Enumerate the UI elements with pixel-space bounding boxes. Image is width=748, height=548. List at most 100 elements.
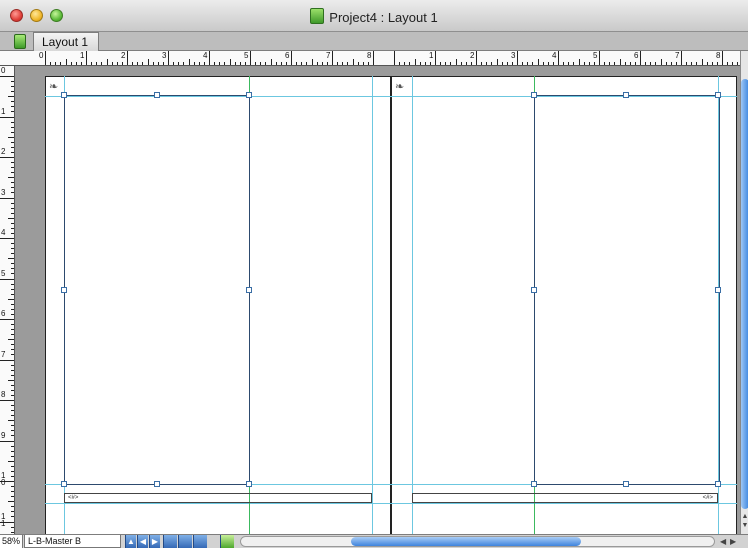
horizontal-ruler[interactable]: 0 1 2 3 4 5 6 7 8 1 2 3 4 5 6 7 8 xyxy=(0,51,740,66)
ruler-tick xyxy=(0,278,14,280)
ruler-tick xyxy=(11,248,14,250)
ruler-tick xyxy=(11,349,14,351)
resize-handle[interactable] xyxy=(154,481,160,487)
title-bar: Project4 : Layout 1 xyxy=(0,0,748,32)
page-up-icon[interactable]: ▲ xyxy=(125,535,136,548)
horizontal-scroll-thumb[interactable] xyxy=(351,537,581,546)
ruler-tick xyxy=(629,62,631,65)
resize-handle[interactable] xyxy=(715,287,721,293)
ruler-label: 2 xyxy=(1,147,6,156)
ruler-tick xyxy=(8,339,14,341)
ruler-tick xyxy=(0,359,14,361)
ruler-tick xyxy=(691,62,693,65)
ruler-tick xyxy=(660,59,662,65)
ruler-tick xyxy=(686,62,688,65)
ruler-tick xyxy=(347,62,349,65)
ruler-tick xyxy=(476,51,477,65)
ruler-tick xyxy=(8,420,14,422)
navigator-icon[interactable] xyxy=(220,535,234,548)
layout-icon[interactable] xyxy=(14,34,26,49)
tab-layout-1[interactable]: Layout 1 xyxy=(33,32,100,51)
ruler-tick xyxy=(558,51,559,65)
ruler-tick xyxy=(362,62,364,65)
page-number-box[interactable]: <#> xyxy=(64,493,372,503)
ruler-label: 1 xyxy=(429,51,434,60)
resize-handle[interactable] xyxy=(61,287,67,293)
ruler-tick xyxy=(532,62,534,65)
horizontal-scrollbar[interactable] xyxy=(240,536,715,547)
page-number-box[interactable]: <#> xyxy=(412,493,718,503)
ruler-tick xyxy=(0,76,14,77)
ruler-tick xyxy=(193,62,195,65)
ruler-tick xyxy=(11,243,14,245)
resize-handle[interactable] xyxy=(246,481,252,487)
ruler-tick xyxy=(11,324,14,326)
zoom-field[interactable]: 58% xyxy=(0,535,23,548)
ruler-tick xyxy=(522,62,524,65)
tab-label: Layout 1 xyxy=(42,35,89,49)
resize-handle[interactable] xyxy=(531,287,537,293)
resize-handle[interactable] xyxy=(61,92,67,98)
ruler-tick xyxy=(127,51,128,65)
resize-handle[interactable] xyxy=(531,92,537,98)
ruler-tick xyxy=(8,460,14,462)
ruler-tick xyxy=(11,405,14,407)
page-right-icon[interactable]: ▶ xyxy=(149,535,160,548)
ruler-tick xyxy=(11,334,14,336)
resize-handle[interactable] xyxy=(154,92,160,98)
scroll-right-arrow-icon[interactable]: ▶ xyxy=(730,535,736,548)
ruler-label: 6 xyxy=(285,51,290,60)
ruler-tick xyxy=(599,51,600,65)
page-link-icon: ❧ xyxy=(49,81,59,93)
ruler-tick xyxy=(11,308,14,310)
ruler-tick xyxy=(419,62,421,65)
ruler-tick xyxy=(11,162,14,164)
ruler-tick xyxy=(445,62,447,65)
ruler-tick xyxy=(455,59,457,65)
ruler-tick xyxy=(373,51,374,65)
ruler-tick xyxy=(11,126,14,128)
resize-handle[interactable] xyxy=(623,481,629,487)
ruler-tick xyxy=(11,227,14,229)
page-number-placeholder: <#> xyxy=(702,495,713,501)
single-page-view-icon[interactable] xyxy=(163,535,177,548)
ruler-tick xyxy=(11,410,14,412)
text-frame[interactable] xyxy=(534,95,720,485)
ruler-tick xyxy=(106,59,108,65)
ruler-tick xyxy=(80,62,82,65)
ruler-tick xyxy=(198,62,200,65)
vertical-scrollbar[interactable]: ▲ ▼ xyxy=(740,51,748,534)
ruler-label: 8 xyxy=(1,390,6,399)
ruler-tick xyxy=(414,59,416,65)
ruler-tick xyxy=(11,344,14,346)
page-left-icon[interactable]: ◀ xyxy=(137,535,148,548)
ruler-tick xyxy=(11,450,14,452)
ruler-tick xyxy=(11,389,14,391)
ruler-tick xyxy=(203,62,205,65)
ruler-tick xyxy=(501,62,503,65)
resize-handle[interactable] xyxy=(246,287,252,293)
spread-view-icon[interactable] xyxy=(193,535,207,548)
layout-canvas[interactable]: ❧ ❧ <#> <#> xyxy=(15,66,740,534)
master-page-field[interactable]: L-B-Master B xyxy=(24,535,121,548)
vertical-scroll-thumb[interactable] xyxy=(741,79,748,509)
resize-handle[interactable] xyxy=(246,92,252,98)
ruler-label: 11 xyxy=(1,511,6,528)
ruler-tick xyxy=(11,531,14,533)
scroll-down-arrow-icon[interactable]: ▼ xyxy=(741,522,748,529)
ruler-tick xyxy=(619,59,621,65)
left-margin-guide xyxy=(412,76,413,534)
resize-handle[interactable] xyxy=(531,481,537,487)
vertical-ruler[interactable]: 0 1 2 3 4 5 6 7 8 9 10 11 xyxy=(0,66,15,534)
resize-handle[interactable] xyxy=(715,92,721,98)
scroll-left-arrow-icon[interactable]: ◀ xyxy=(720,535,726,548)
ruler-tick xyxy=(542,62,544,65)
resize-handle[interactable] xyxy=(61,481,67,487)
page-link-icon: ❧ xyxy=(395,81,405,93)
resize-handle[interactable] xyxy=(623,92,629,98)
resize-handle[interactable] xyxy=(715,481,721,487)
text-frame[interactable] xyxy=(64,95,250,485)
ruler-tick xyxy=(486,62,488,65)
scroll-up-arrow-icon[interactable]: ▲ xyxy=(741,513,748,520)
facing-pages-view-icon[interactable] xyxy=(178,535,192,548)
